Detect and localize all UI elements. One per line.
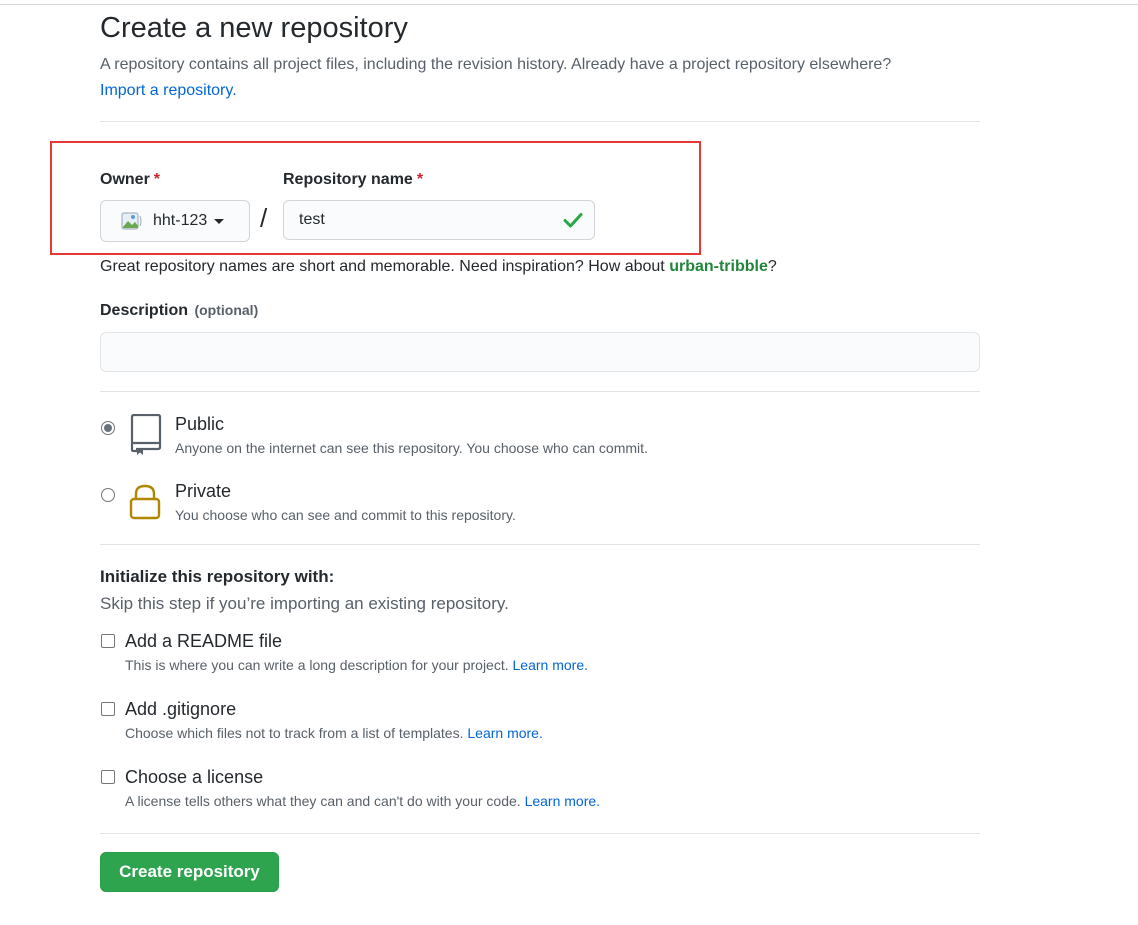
- gitignore-learn-more-link[interactable]: Learn more.: [467, 725, 542, 741]
- description-label-text: Description: [100, 302, 189, 319]
- name-suggestion[interactable]: urban-tribble: [669, 258, 768, 275]
- check-icon: [563, 211, 583, 229]
- hint-suffix: ?: [767, 258, 777, 275]
- public-option-title: Public: [175, 414, 225, 434]
- readme-desc-text: This is where you can write a long descr…: [125, 657, 509, 673]
- create-repository-button[interactable]: Create repository: [100, 852, 279, 892]
- repository-name-hint: Great repository names are short and mem…: [100, 256, 777, 278]
- divider: [100, 391, 980, 392]
- readme-learn-more-link[interactable]: Learn more.: [513, 657, 588, 673]
- optional-label: (optional): [194, 302, 259, 318]
- repository-name-label: Repository name *: [283, 171, 423, 189]
- description-input[interactable]: [100, 332, 980, 372]
- private-radio[interactable]: [101, 488, 115, 502]
- divider: [100, 121, 980, 122]
- repository-name-input[interactable]: [283, 200, 595, 240]
- chevron-down-icon: [214, 218, 225, 224]
- license-option-description: A license tells others what they can and…: [125, 793, 600, 809]
- owner-dropdown[interactable]: hht-123: [100, 200, 250, 242]
- license-learn-more-link[interactable]: Learn more.: [525, 793, 600, 809]
- private-option-title: Private: [175, 481, 232, 501]
- page-title: Create a new repository: [100, 12, 408, 44]
- public-radio[interactable]: [101, 421, 115, 435]
- avatar-icon: [121, 211, 143, 231]
- required-marker: *: [416, 171, 424, 188]
- license-option-title: Choose a license: [125, 767, 264, 787]
- import-repository-link[interactable]: Import a repository.: [100, 82, 237, 99]
- gitignore-checkbox[interactable]: [101, 702, 115, 716]
- gitignore-option-description: Choose which files not to track from a l…: [125, 725, 543, 741]
- owner-label: Owner *: [100, 171, 160, 189]
- readme-option-description: This is where you can write a long descr…: [125, 657, 588, 673]
- owner-name: hht-123: [153, 212, 208, 229]
- description-text: A repository contains all project files,…: [100, 56, 892, 73]
- initialize-title: Initialize this repository with:: [100, 567, 335, 586]
- required-marker: *: [153, 171, 161, 188]
- license-checkbox[interactable]: [101, 770, 115, 784]
- lock-icon: [128, 483, 162, 526]
- gitignore-desc-text: Choose which files not to track from a l…: [125, 725, 464, 741]
- repository-name-label-text: Repository name: [283, 171, 413, 188]
- initialize-subtitle: Skip this step if you’re importing an ex…: [100, 594, 509, 613]
- gitignore-option-title: Add .gitignore: [125, 699, 237, 719]
- private-option-description: You choose who can see and commit to thi…: [175, 507, 516, 523]
- public-option-description: Anyone on the internet can see this repo…: [175, 440, 648, 456]
- hint-text: Great repository names are short and mem…: [100, 258, 670, 275]
- license-desc-text: A license tells others what they can and…: [125, 793, 521, 809]
- divider: [100, 544, 980, 545]
- owner-label-text: Owner: [100, 171, 150, 188]
- page-description: A repository contains all project files,…: [100, 52, 1000, 104]
- readme-option-title: Add a README file: [125, 631, 283, 651]
- repo-book-icon: [128, 413, 162, 461]
- description-label: Description (optional): [100, 302, 258, 320]
- divider: [100, 833, 980, 834]
- top-border: [0, 4, 1138, 5]
- owner-repo-separator: /: [260, 203, 268, 233]
- readme-checkbox[interactable]: [101, 634, 115, 648]
